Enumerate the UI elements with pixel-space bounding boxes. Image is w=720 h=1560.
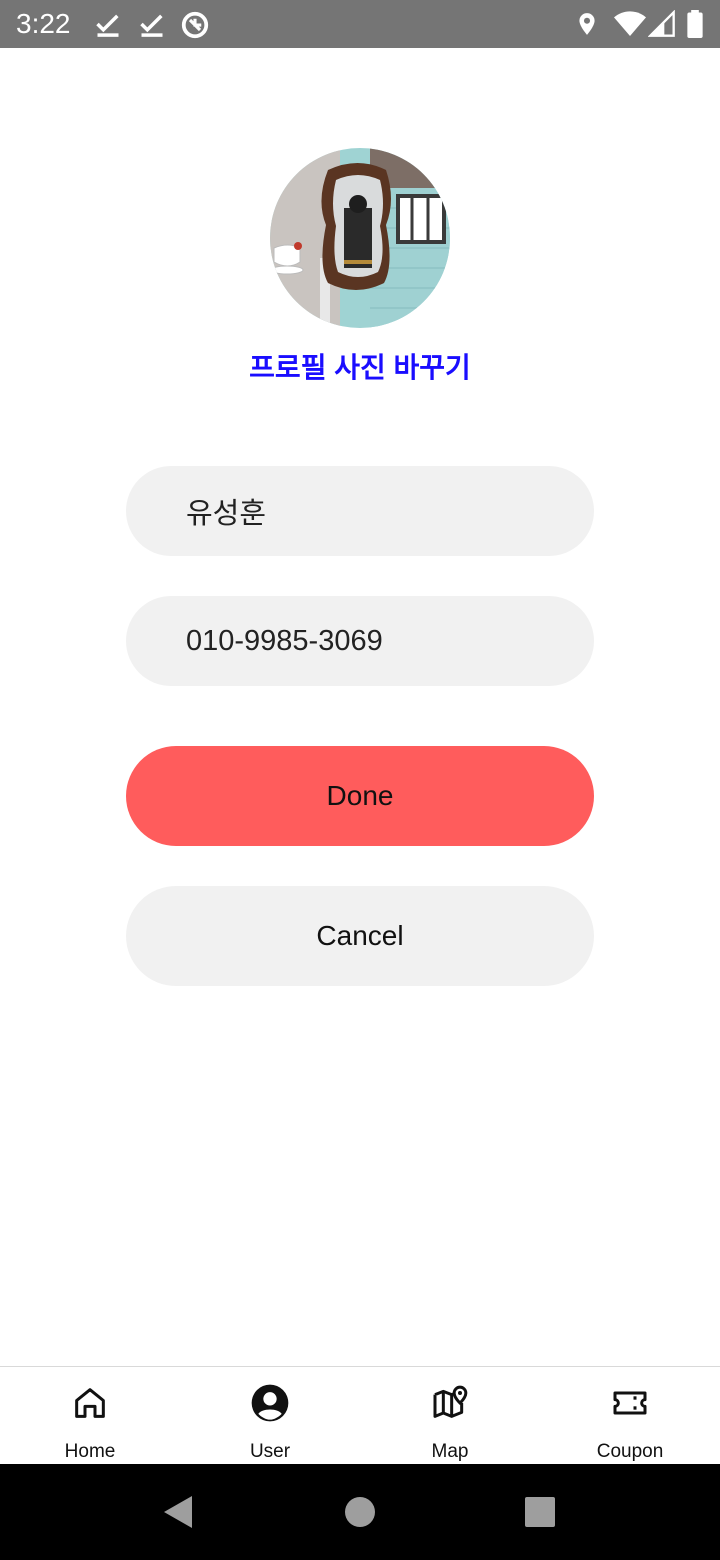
signal-icon (648, 10, 675, 37)
check-icon (96, 14, 119, 37)
cancel-button[interactable]: Cancel (126, 886, 594, 986)
nav-item-user[interactable]: User (180, 1367, 360, 1465)
recents-icon[interactable] (524, 1496, 556, 1528)
bottom-nav: Home User Map Coupon (0, 1366, 720, 1465)
nav-label-coupon: Coupon (596, 1441, 664, 1462)
nav-item-home[interactable]: Home (0, 1367, 180, 1465)
profile-avatar[interactable] (270, 148, 450, 328)
edit-profile-screen: 3:22 프로필 사진 바꾸기 유성훈 010-9985-3069 Done C… (0, 0, 720, 1560)
status-time: 3:22 (16, 8, 71, 39)
nav-item-map[interactable]: Map (360, 1367, 540, 1465)
change-photo-link[interactable]: 프로필 사진 바꾸기 (0, 346, 720, 386)
avatar-photo (270, 148, 450, 328)
coupon-icon (613, 1391, 647, 1415)
name-field[interactable] (126, 466, 594, 556)
location-icon (579, 13, 595, 35)
nav-label-home: Home (64, 1441, 116, 1462)
nav-item-coupon[interactable]: Coupon (540, 1367, 720, 1465)
sync-icon (181, 11, 209, 39)
back-icon[interactable] (162, 1494, 194, 1530)
home-icon (75, 1388, 105, 1418)
nav-label-map: Map (431, 1441, 469, 1462)
nav-label-user: User (249, 1441, 291, 1462)
system-nav-bar (0, 1464, 720, 1560)
user-icon (251, 1384, 289, 1422)
check-icon (140, 14, 163, 37)
home-button-icon[interactable] (344, 1496, 376, 1528)
status-bar: 3:22 (0, 0, 720, 48)
battery-icon (687, 10, 703, 38)
wifi-icon (614, 11, 646, 37)
map-icon (433, 1385, 468, 1418)
phone-field[interactable] (126, 596, 594, 686)
done-button[interactable]: Done (126, 746, 594, 846)
